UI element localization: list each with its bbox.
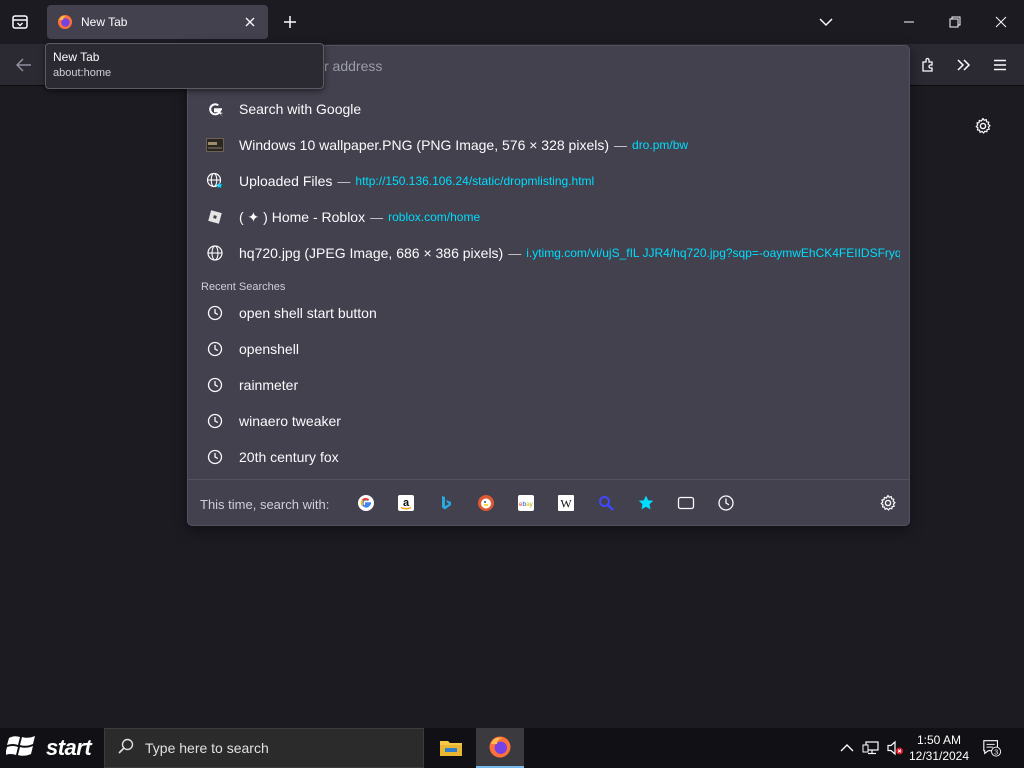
notifications-icon[interactable]: 3 [982, 738, 1002, 758]
overflow-menu-icon[interactable] [950, 52, 978, 78]
suggestion-separator: — [370, 209, 384, 225]
suggestion-url: i.ytimg.com/vi/ujS_fIL JJR4/hq720.jpg?sq… [526, 246, 900, 260]
hamburger-menu-icon[interactable] [986, 52, 1014, 78]
clock-time: 1:50 AM [916, 733, 962, 747]
image-thumbnail-icon [206, 136, 224, 154]
list-all-tabs-icon[interactable] [8, 10, 32, 34]
wikipedia-engine-icon[interactable]: W [556, 493, 576, 513]
close-tab-icon[interactable] [242, 14, 258, 30]
suggestion-label: hq720.jpg (JPEG Image, 686 × 386 pixels) [239, 245, 504, 261]
bing-engine-icon[interactable] [436, 493, 456, 513]
recent-search-item[interactable]: open shell start button [198, 297, 900, 329]
suggestion-label: Search with Google [239, 101, 362, 117]
tab-title: New Tab [81, 15, 128, 29]
restore-icon[interactable] [941, 8, 969, 36]
clock-icon [206, 376, 224, 394]
suggestion-uploaded-files[interactable]: Uploaded Files — http://150.136.106.24/s… [198, 165, 900, 197]
search-icon [117, 737, 135, 760]
clock-icon [206, 304, 224, 322]
search-settings-gear-icon[interactable] [878, 493, 898, 513]
recent-search-item[interactable]: 20th century fox [198, 441, 900, 473]
start-button[interactable]: start [5, 732, 92, 765]
start-label: start [46, 735, 92, 760]
clock-icon [206, 340, 224, 358]
recent-search-label: winaero tweaker [239, 413, 341, 429]
new-tab-icon[interactable] [278, 10, 302, 34]
recent-search-item[interactable]: rainmeter [198, 369, 900, 401]
suggestion-label: Windows 10 wallpaper.PNG (PNG Image, 576… [239, 137, 610, 153]
address-bar-placeholder: r address [324, 58, 383, 74]
search-one-offs: This time, search with: a ebay W [188, 479, 909, 525]
urlbar-popup: r address Search with Google Windows 10 … [187, 45, 910, 526]
customize-gear-icon[interactable] [972, 115, 994, 137]
chevron-down-icon[interactable] [812, 8, 840, 36]
google-icon [206, 100, 224, 118]
clock-icon [206, 412, 224, 430]
suggestion-label: ( ✦ ) Home - Roblox [239, 208, 366, 225]
suggestion-url: dro.pm/bw [632, 138, 689, 152]
suggestion-url: roblox.com/home [388, 210, 481, 224]
suggestion-hq720[interactable]: hq720.jpg (JPEG Image, 686 × 386 pixels)… [198, 237, 900, 269]
globe-star-icon [206, 172, 224, 190]
tab-new-tab[interactable]: New Tab [47, 5, 268, 39]
taskbar-search-box[interactable]: Type here to search [104, 728, 424, 768]
tab-strip: New Tab [0, 0, 1024, 44]
suggestion-search-google[interactable]: Search with Google [198, 93, 900, 125]
suggestion-label: Uploaded Files [239, 173, 333, 189]
svg-text:a: a [403, 497, 410, 509]
network-icon[interactable] [861, 738, 881, 758]
amazon-engine-icon[interactable]: a [396, 493, 416, 513]
suggestion-windows-wallpaper[interactable]: Windows 10 wallpaper.PNG (PNG Image, 576… [198, 129, 900, 161]
roblox-icon [206, 208, 224, 226]
svg-text:W: W [560, 497, 572, 511]
recent-search-label: 20th century fox [239, 449, 339, 465]
system-clock[interactable]: 1:50 AM 12/31/2024 [904, 732, 974, 764]
notification-count: 3 [994, 747, 998, 756]
history-clock-icon[interactable] [716, 493, 736, 513]
ebay-engine-icon[interactable]: ebay [516, 493, 536, 513]
suggestion-roblox-home[interactable]: ( ✦ ) Home - Roblox — roblox.com/home [198, 201, 900, 233]
globe-icon [206, 244, 224, 262]
close-window-icon[interactable] [987, 8, 1015, 36]
tooltip-url: about:home [53, 67, 112, 79]
windows-logo-icon [5, 732, 38, 765]
tab-tooltip: New Tab about:home [45, 43, 324, 89]
suggestion-separator: — [614, 137, 628, 153]
firefox-taskbar-icon[interactable] [476, 728, 524, 768]
suggestion-separator: — [508, 245, 522, 261]
firefox-icon [57, 14, 73, 30]
taskbar-search-placeholder: Type here to search [145, 740, 269, 756]
suggestion-url: http://150.136.106.24/static/dropmlistin… [355, 174, 595, 188]
recent-search-label: openshell [239, 341, 299, 357]
recent-search-label: open shell start button [239, 305, 377, 321]
chevron-up-icon[interactable] [837, 738, 857, 758]
suggestion-separator: — [337, 173, 351, 189]
recent-search-label: rainmeter [239, 377, 299, 393]
back-arrow-icon[interactable] [10, 52, 38, 78]
search-engine-magnifier-icon[interactable] [596, 493, 616, 513]
recent-search-item[interactable]: winaero tweaker [198, 405, 900, 437]
tabs-icon[interactable] [676, 493, 696, 513]
clock-date: 12/31/2024 [908, 749, 970, 763]
search-with-label: This time, search with: [200, 497, 330, 512]
google-engine-icon[interactable] [356, 493, 376, 513]
recent-search-item[interactable]: openshell [198, 333, 900, 365]
duckduckgo-engine-icon[interactable] [476, 493, 496, 513]
file-explorer-icon[interactable] [427, 728, 475, 768]
tooltip-title: New Tab [53, 50, 100, 64]
bookmarks-star-icon[interactable] [636, 493, 656, 513]
clock-icon [206, 448, 224, 466]
recent-searches-heading: Recent Searches [201, 281, 286, 293]
taskbar: start Type here to search 1:50 AM 12/31/… [0, 728, 1024, 768]
minimize-icon[interactable] [895, 8, 923, 36]
volume-muted-icon[interactable] [885, 738, 905, 758]
extensions-icon[interactable] [914, 52, 942, 78]
